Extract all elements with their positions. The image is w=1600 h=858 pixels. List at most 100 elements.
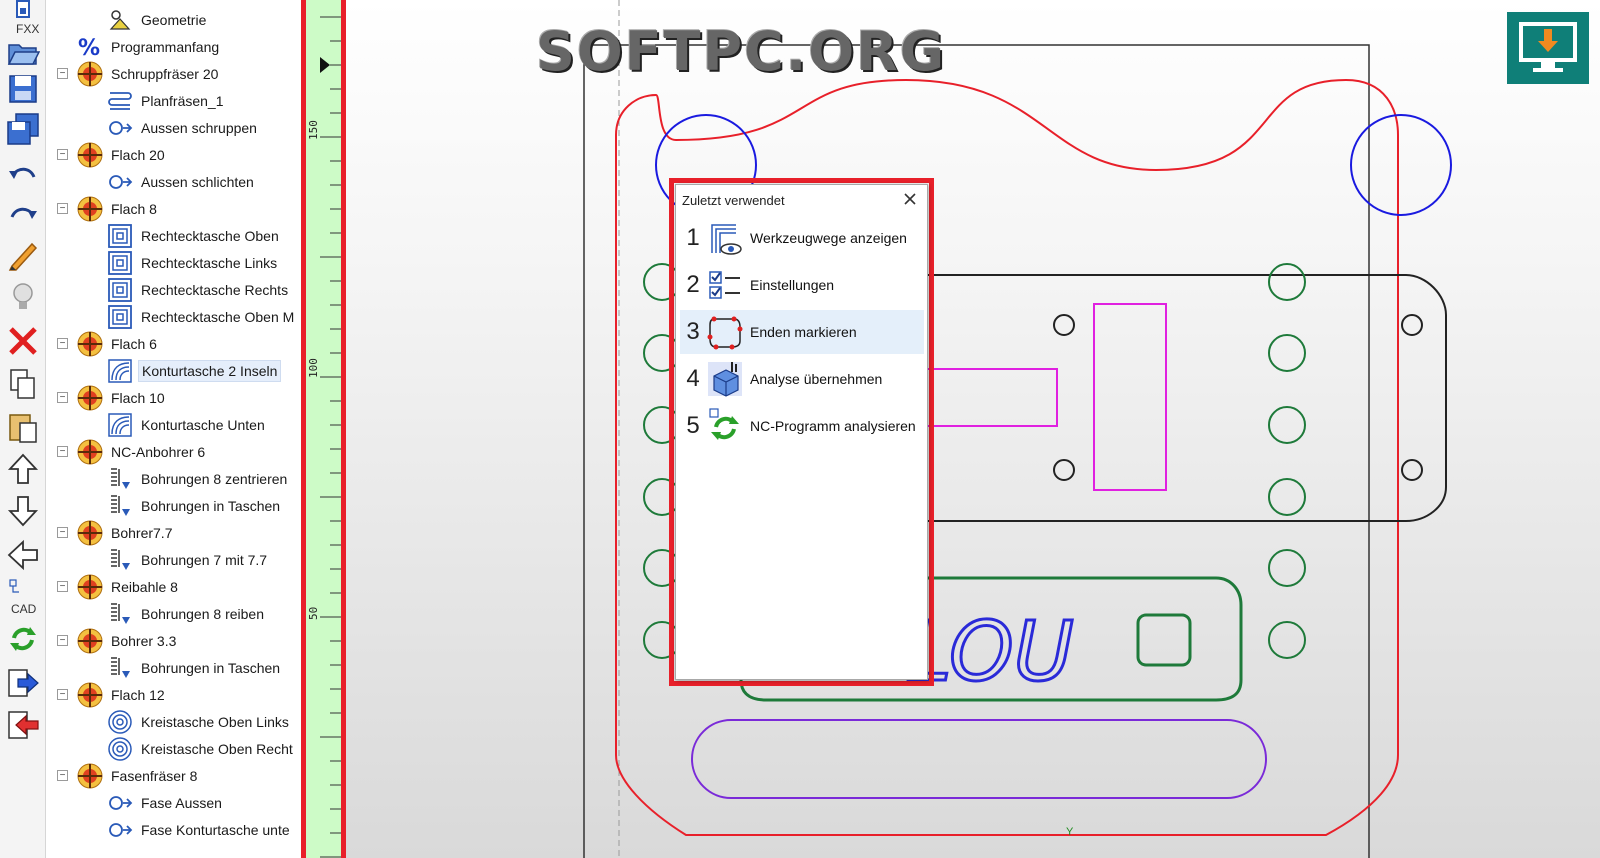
delete-icon[interactable]: [3, 322, 43, 360]
left-toolbar: FXX CAD: [0, 0, 46, 858]
refresh-icon[interactable]: [3, 620, 43, 658]
back-icon[interactable]: [3, 536, 43, 574]
copy-icon[interactable]: [3, 365, 43, 403]
analysis-cube-icon: [708, 362, 742, 397]
tool-icon: [77, 439, 103, 465]
contour-icon: [107, 115, 133, 141]
tree-item-label: Kreistasche Oben Recht: [141, 741, 293, 757]
tree-item[interactable]: Aussen schlichten: [107, 169, 257, 195]
tree-expander-icon[interactable]: −: [57, 203, 68, 214]
tree-item[interactable]: Fase Konturtasche unte: [107, 817, 293, 843]
download-button[interactable]: [1507, 12, 1589, 84]
tree-item[interactable]: Bohrungen 8 reiben: [107, 601, 267, 627]
tree-expander-icon[interactable]: −: [57, 770, 68, 781]
svg-text:%: %: [78, 36, 100, 60]
recent-item-number: 1: [686, 224, 700, 251]
tree-expander-icon[interactable]: −: [57, 338, 68, 349]
tree-item-label: Reibahle 8: [111, 579, 178, 595]
lightbulb-icon[interactable]: [3, 278, 43, 316]
tree-item[interactable]: % Programmanfang: [77, 34, 222, 61]
hole: [1401, 459, 1423, 481]
tree-item[interactable]: Konturtasche 2 Inseln: [107, 358, 282, 384]
tool-icon: [77, 628, 103, 654]
nc-analyze-icon: [709, 408, 739, 440]
tree-item-label: Bohrungen in Taschen: [141, 660, 281, 676]
pocket-icon: [107, 250, 133, 276]
tree-item[interactable]: NC-Anbohrer 6: [77, 439, 208, 465]
tree-item-label: Konturtasche Unten: [141, 417, 265, 433]
tree-item[interactable]: Fasenfräser 8: [77, 763, 200, 789]
tree-expander-icon[interactable]: −: [57, 689, 68, 700]
redo-icon[interactable]: [3, 195, 43, 233]
tree-item-label: Aussen schruppen: [141, 120, 257, 136]
tree-item[interactable]: Fase Aussen: [107, 790, 225, 816]
tree-item[interactable]: Flach 6: [77, 331, 160, 357]
undo-icon[interactable]: [3, 155, 43, 193]
recent-item-4[interactable]: 4 Analyse übernehmen: [680, 357, 924, 401]
contour-icon: [107, 790, 133, 816]
tree-expander-icon[interactable]: −: [57, 635, 68, 646]
recent-item-2[interactable]: 2 Einstellungen: [680, 263, 924, 307]
tree-item-label: Rechtecktasche Oben: [141, 228, 279, 244]
tree-item[interactable]: Flach 12: [77, 682, 168, 708]
circle-pocket-icon: [107, 736, 133, 762]
drill-icon: [107, 655, 133, 681]
tree-expander-icon[interactable]: −: [57, 446, 68, 457]
tree-item[interactable]: Kreistasche Oben Recht: [107, 736, 296, 762]
toolpath-view-icon: [711, 224, 742, 255]
move-up-icon[interactable]: [3, 450, 43, 488]
tree-item[interactable]: Bohrer 3.3: [77, 628, 179, 654]
tree-item[interactable]: Reibahle 8: [77, 574, 181, 600]
tree-item[interactable]: Rechtecktasche Oben: [107, 223, 282, 249]
tree-item[interactable]: Bohrungen in Taschen: [107, 655, 283, 681]
tree-item[interactable]: Rechtecktasche Links: [107, 250, 280, 276]
contour-icon: [107, 817, 133, 843]
tree-expander-icon[interactable]: −: [57, 149, 68, 160]
tree-item[interactable]: Bohrungen in Taschen: [107, 493, 283, 519]
drill-icon: [107, 493, 133, 519]
close-icon[interactable]: [901, 190, 919, 208]
fxx-icon[interactable]: [3, 0, 43, 22]
tree-item[interactable]: Bohrungen 7 mit 7.7: [107, 547, 270, 573]
tree-item[interactable]: Rechtecktasche Rechts: [107, 277, 291, 303]
geometry-icon: [107, 7, 133, 33]
recent-item-3[interactable]: 3 Enden markieren: [680, 310, 924, 354]
operation-tree: Geometrie% Programmanfang − Schruppfräser 2…: [47, 0, 303, 858]
tree-item[interactable]: Geometrie: [107, 7, 209, 33]
import-icon[interactable]: [3, 706, 43, 744]
pencil-icon[interactable]: [3, 236, 43, 274]
tree-expander-icon[interactable]: −: [57, 527, 68, 538]
tree-expander-icon[interactable]: −: [57, 392, 68, 403]
tree-expander-icon[interactable]: −: [57, 68, 68, 79]
tree-item[interactable]: Aussen schruppen: [107, 115, 260, 141]
recent-item-5[interactable]: 5 NC-Programm analysieren: [680, 404, 924, 448]
move-down-icon[interactable]: [3, 492, 43, 530]
tree-expander-icon[interactable]: −: [57, 581, 68, 592]
tree-item[interactable]: Planfräsen_1: [107, 88, 227, 114]
paste-icon[interactable]: [3, 408, 43, 446]
save-as-icon[interactable]: [3, 110, 43, 148]
tree-item[interactable]: Kreistasche Oben Links: [107, 709, 292, 735]
tree-item[interactable]: Flach 10: [77, 385, 168, 411]
tree-item[interactable]: Rechtecktasche Oben M: [107, 304, 297, 330]
tree-item-label: Fasenfräser 8: [111, 768, 198, 784]
open-icon[interactable]: [3, 33, 43, 71]
tree-item[interactable]: Bohrungen 8 zentrieren: [107, 466, 290, 492]
drill-icon: [107, 601, 133, 627]
tree-item-label: Rechtecktasche Oben M: [141, 309, 295, 325]
tree-item-label: Konturtasche 2 Inseln: [138, 360, 282, 382]
tree-item-label: Kreistasche Oben Links: [141, 714, 289, 730]
tree-item[interactable]: Flach 8: [77, 196, 160, 222]
tree-item[interactable]: Flach 20: [77, 142, 168, 168]
tree-item[interactable]: Bohrer7.7: [77, 520, 175, 546]
tree-item-label: Schruppfräser 20: [111, 66, 219, 82]
tree-item[interactable]: Schruppfräser 20: [77, 61, 221, 87]
save-icon[interactable]: [3, 70, 43, 108]
export-icon[interactable]: [3, 664, 43, 702]
cad-canvas[interactable]: Y LOU: [346, 0, 1600, 858]
island-square: [1136, 613, 1192, 667]
tree-item-label: NC-Anbohrer 6: [111, 444, 206, 460]
recent-item-1[interactable]: 1 Werkzeugwege anzeigen: [680, 216, 924, 260]
tree-item[interactable]: Konturtasche Unten: [107, 412, 268, 438]
part-drawing: Y LOU: [583, 0, 1452, 858]
